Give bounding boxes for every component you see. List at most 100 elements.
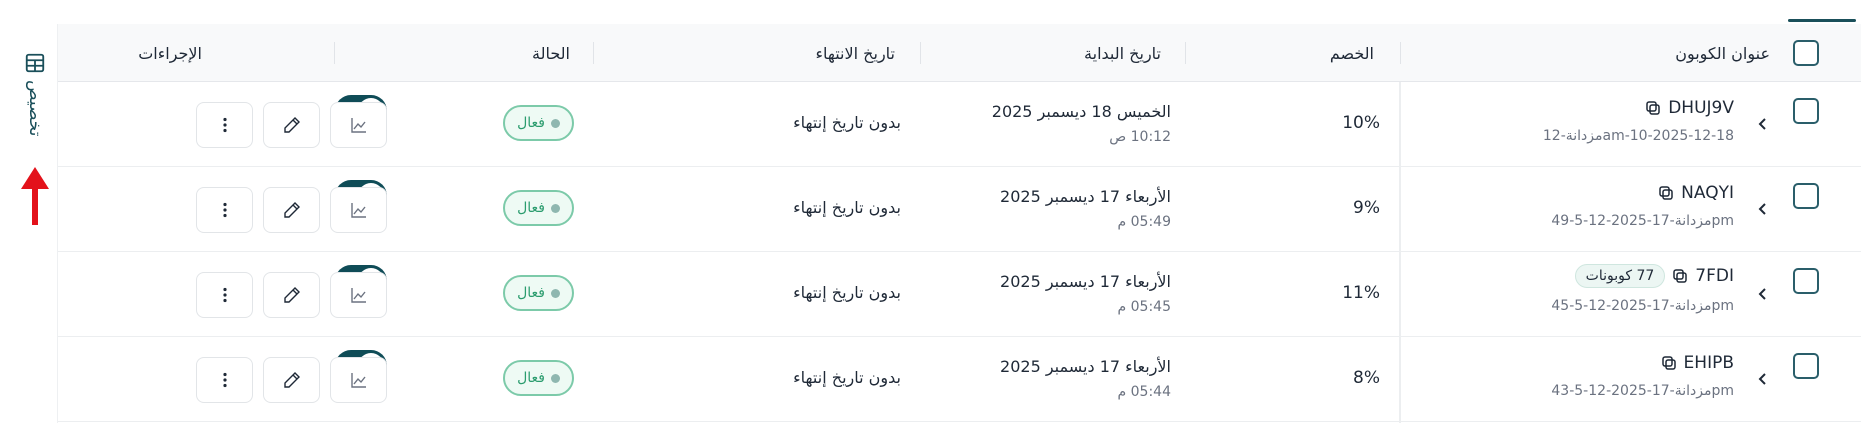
start-time: 05:49 م	[1117, 214, 1171, 230]
edit-pencil-icon	[283, 287, 300, 303]
status-text: فعال	[517, 200, 545, 216]
stats-button[interactable]	[330, 187, 387, 233]
end-date: بدون تاريخ إنتهاء	[793, 198, 901, 217]
edit-pencil-icon	[283, 372, 300, 388]
status-dot	[551, 288, 560, 298]
coupon-added-date: مزدانة-17-2025-12-5-49pm	[1551, 213, 1734, 229]
coupon-code-text: 7FDI	[1695, 266, 1734, 286]
end-date: بدون تاريخ إنتهاء	[793, 113, 901, 132]
start-date: الأربعاء 17 ديسمبر 2025	[1000, 272, 1171, 291]
coupon-added-date: مزدانة-12am-10-2025-12-18	[1542, 128, 1734, 144]
edit-button[interactable]	[263, 187, 320, 233]
header-actions: الإجراءات	[138, 43, 202, 63]
chevron-left-icon[interactable]	[1755, 116, 1771, 132]
status-text: فعال	[517, 285, 545, 301]
edit-button[interactable]	[263, 357, 320, 403]
row-checkbox[interactable]	[1793, 268, 1819, 294]
coupon-added-date: مزدانة-17-2025-12-5-43pm	[1551, 383, 1734, 399]
stats-button[interactable]	[330, 102, 387, 148]
customize-button[interactable]: تخصيص	[18, 52, 52, 162]
header-status: الحالة	[532, 43, 570, 63]
more-vertical-icon	[222, 372, 227, 388]
coupon-count-badge: 77 كوبونات	[1574, 264, 1666, 288]
chart-icon	[350, 288, 366, 303]
header-start-date: تاريخ البداية	[1084, 43, 1161, 63]
stats-button[interactable]	[330, 357, 387, 403]
table-row: EHIPB مزدانة-17-2025-12-5-43pm 8% الأربع…	[58, 337, 1861, 422]
more-vertical-icon	[222, 202, 227, 218]
coupon-code-text: NAQYI	[1681, 183, 1734, 203]
coupon-added-date: مزدانة-17-2025-12-5-45pm	[1551, 298, 1734, 314]
stats-button[interactable]	[330, 272, 387, 318]
end-date: بدون تاريخ إنتهاء	[793, 368, 901, 387]
header-divider	[334, 42, 335, 64]
status-badge: فعال	[503, 275, 574, 311]
status-dot	[551, 118, 560, 128]
header-divider	[1400, 42, 1401, 64]
more-vertical-icon	[222, 287, 227, 303]
discount-value: 9%	[1353, 198, 1380, 218]
header-title: عنوان الكوبون	[1675, 43, 1770, 63]
chart-icon	[350, 118, 366, 133]
coupon-code-text: EHIPB	[1683, 353, 1734, 373]
start-time: 05:45 م	[1117, 299, 1171, 315]
tab-indicator	[1788, 19, 1856, 22]
coupon-code: DHUJ9V	[1644, 98, 1734, 118]
status-text: فعال	[517, 370, 545, 386]
row-checkbox[interactable]	[1793, 353, 1819, 379]
table-icon	[25, 53, 45, 73]
start-time: 05:44 م	[1117, 384, 1171, 400]
customize-label: تخصيص	[25, 80, 45, 137]
sticky-column-divider	[1399, 82, 1401, 423]
copy-icon[interactable]	[1644, 99, 1662, 117]
chevron-left-icon[interactable]	[1755, 371, 1771, 387]
header-divider	[593, 42, 594, 64]
status-text: فعال	[517, 115, 545, 131]
coupon-code: EHIPB	[1660, 353, 1734, 373]
copy-icon[interactable]	[1660, 354, 1678, 372]
coupon-code: 77 كوبونات 7FDI	[1574, 264, 1734, 288]
header-discount: الخصم	[1329, 43, 1374, 63]
status-badge: فعال	[503, 105, 574, 141]
more-button[interactable]	[196, 187, 253, 233]
more-button[interactable]	[196, 102, 253, 148]
start-date: الأربعاء 17 ديسمبر 2025	[1000, 357, 1171, 376]
coupon-code-text: DHUJ9V	[1668, 98, 1734, 118]
edit-pencil-icon	[283, 117, 300, 133]
table-row: NAQYI مزدانة-17-2025-12-5-49pm 9% الأربع…	[58, 167, 1861, 252]
table-row: DHUJ9V مزدانة-12am-10-2025-12-18 10% الخ…	[58, 82, 1861, 167]
more-vertical-icon	[222, 117, 227, 133]
start-date: الأربعاء 17 ديسمبر 2025	[1000, 187, 1171, 206]
start-time: 10:12 ص	[1109, 129, 1171, 145]
edit-button[interactable]	[263, 102, 320, 148]
chevron-left-icon[interactable]	[1755, 201, 1771, 217]
row-checkbox[interactable]	[1793, 183, 1819, 209]
chart-icon	[350, 373, 366, 388]
start-date: الخميس 18 ديسمبر 2025	[991, 102, 1171, 121]
discount-value: 11%	[1342, 283, 1380, 303]
status-dot	[551, 203, 560, 213]
status-badge: فعال	[503, 360, 574, 396]
edit-button[interactable]	[263, 272, 320, 318]
row-checkbox[interactable]	[1793, 98, 1819, 124]
coupon-code: NAQYI	[1657, 183, 1734, 203]
table-header: عنوان الكوبون الخصم تاريخ البداية تاريخ …	[58, 24, 1861, 82]
header-divider	[920, 42, 921, 64]
select-all-checkbox[interactable]	[1793, 40, 1819, 66]
discount-value: 8%	[1353, 368, 1380, 388]
coupons-table: عنوان الكوبون الخصم تاريخ البداية تاريخ …	[58, 24, 1861, 423]
top-strip	[0, 0, 1861, 24]
chart-icon	[350, 203, 366, 218]
end-date: بدون تاريخ إنتهاء	[793, 283, 901, 302]
edit-pencil-icon	[283, 202, 300, 218]
chevron-left-icon[interactable]	[1755, 286, 1771, 302]
copy-icon[interactable]	[1671, 267, 1689, 285]
more-button[interactable]	[196, 357, 253, 403]
header-end-date: تاريخ الانتهاء	[815, 43, 895, 63]
table-row: 77 كوبونات 7FDI مزدانة-17-2025-12-5-45pm…	[58, 252, 1861, 337]
arrow-up-icon	[21, 167, 49, 225]
more-button[interactable]	[196, 272, 253, 318]
copy-icon[interactable]	[1657, 184, 1675, 202]
status-dot	[551, 373, 560, 383]
status-badge: فعال	[503, 190, 574, 226]
